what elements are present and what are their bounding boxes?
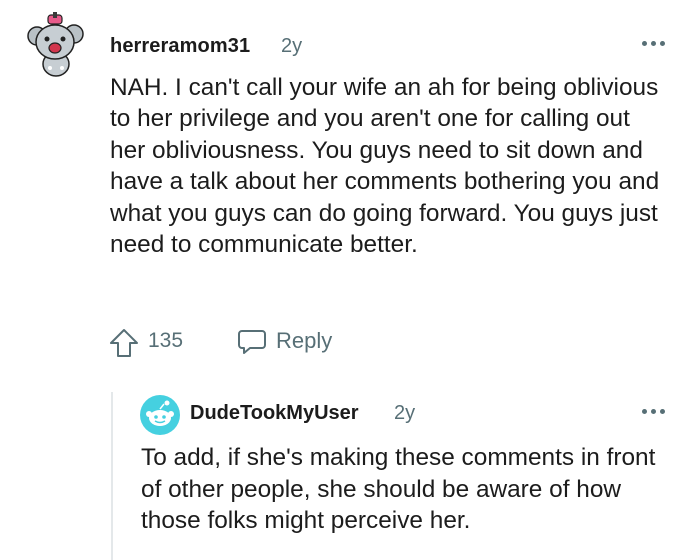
comment-username[interactable]: herreramom31 [110,35,250,58]
reply-username[interactable]: DudeTookMyUser [190,402,359,425]
more-dot [660,40,665,46]
comment-bubble-icon [238,330,266,354]
reply-button[interactable]: Reply [236,324,332,358]
reply-more-options-button[interactable] [642,404,668,418]
snoo-avatar-icon [27,12,84,77]
reply-body: To add, if she's making these comments i… [141,444,656,534]
more-dot [660,408,665,414]
comment-thread: herreramom31 2y NAH. I can't call your w… [0,0,700,560]
vote-score: 135 [148,329,184,352]
reply-label: Reply [276,328,333,353]
upvote-button[interactable] [108,327,140,359]
thread-line[interactable] [111,392,113,560]
reply-user-avatar[interactable] [140,395,180,435]
reply-age: 2y [394,402,416,424]
more-dot [642,40,647,46]
upvote-arrow-icon [110,329,138,357]
default-snoo-icon [140,395,180,435]
user-avatar[interactable] [26,12,84,78]
more-dot [642,408,647,414]
comment-body: NAH. I can't call your wife an ah for be… [110,74,660,259]
comment-age: 2y [281,35,303,57]
more-options-button[interactable] [642,36,668,50]
more-dot [651,40,656,46]
more-dot [651,408,656,414]
